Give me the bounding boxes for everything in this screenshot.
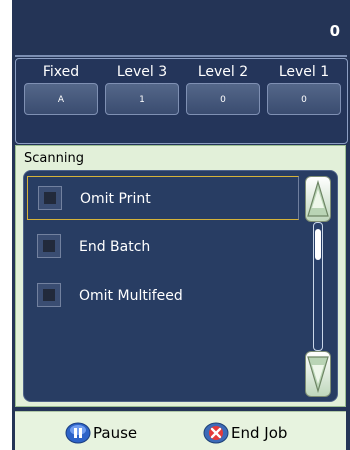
list-item-label: Omit Multifeed bbox=[79, 288, 183, 304]
action-bar: Pause End Job bbox=[15, 411, 346, 450]
level-value-button[interactable]: 0 bbox=[186, 83, 260, 115]
level-label: Level 1 bbox=[278, 64, 330, 80]
scroll-up-button[interactable] bbox=[305, 176, 331, 222]
list-item-label: Omit Print bbox=[80, 191, 151, 207]
list-item-end-batch[interactable]: End Batch bbox=[27, 225, 299, 269]
scanning-panel: Scanning Omit Print End Batch Omit Multi… bbox=[15, 145, 346, 407]
close-icon bbox=[203, 422, 229, 444]
scroll-track[interactable] bbox=[313, 222, 323, 351]
list-item-omit-multifeed[interactable]: Omit Multifeed bbox=[27, 274, 299, 318]
scanning-options-list[interactable]: Omit Print End Batch Omit Multifeed bbox=[23, 170, 338, 402]
level-value-button[interactable]: 1 bbox=[105, 83, 179, 115]
header-divider bbox=[15, 55, 347, 57]
end-job-label: End Job bbox=[231, 424, 288, 442]
end-batch-checkbox[interactable] bbox=[37, 234, 61, 258]
omit-multifeed-checkbox[interactable] bbox=[37, 283, 61, 307]
list-item-label: End Batch bbox=[79, 239, 151, 255]
page-counter: 0 bbox=[329, 22, 340, 40]
level-label: Level 2 bbox=[197, 64, 249, 80]
scroll-thumb[interactable] bbox=[315, 229, 321, 260]
level-value-button[interactable]: A bbox=[24, 83, 98, 115]
scroll-up-icon bbox=[307, 179, 329, 217]
level-2: Level 2 0 bbox=[183, 59, 263, 143]
scanner-screen: 0 Fixed A Level 3 1 Level 2 0 Level 1 0 … bbox=[0, 0, 350, 450]
level-fixed: Fixed A bbox=[21, 59, 101, 143]
level-1: Level 1 0 bbox=[264, 59, 344, 143]
operator-panel: 0 Fixed A Level 3 1 Level 2 0 Level 1 0 … bbox=[12, 0, 350, 450]
level-value-button[interactable]: 0 bbox=[267, 83, 341, 115]
level-label: Fixed bbox=[42, 64, 80, 80]
omit-print-checkbox[interactable] bbox=[38, 186, 62, 210]
scroll-down-button[interactable] bbox=[305, 351, 331, 397]
pause-icon bbox=[65, 422, 91, 444]
level-3: Level 3 1 bbox=[102, 59, 182, 143]
list-item-omit-print[interactable]: Omit Print bbox=[27, 176, 299, 220]
scroll-down-icon bbox=[307, 356, 329, 394]
pause-label: Pause bbox=[93, 424, 138, 442]
scanning-title: Scanning bbox=[24, 151, 84, 166]
level-label: Level 3 bbox=[116, 64, 168, 80]
levels-panel: Fixed A Level 3 1 Level 2 0 Level 1 0 bbox=[15, 58, 348, 144]
